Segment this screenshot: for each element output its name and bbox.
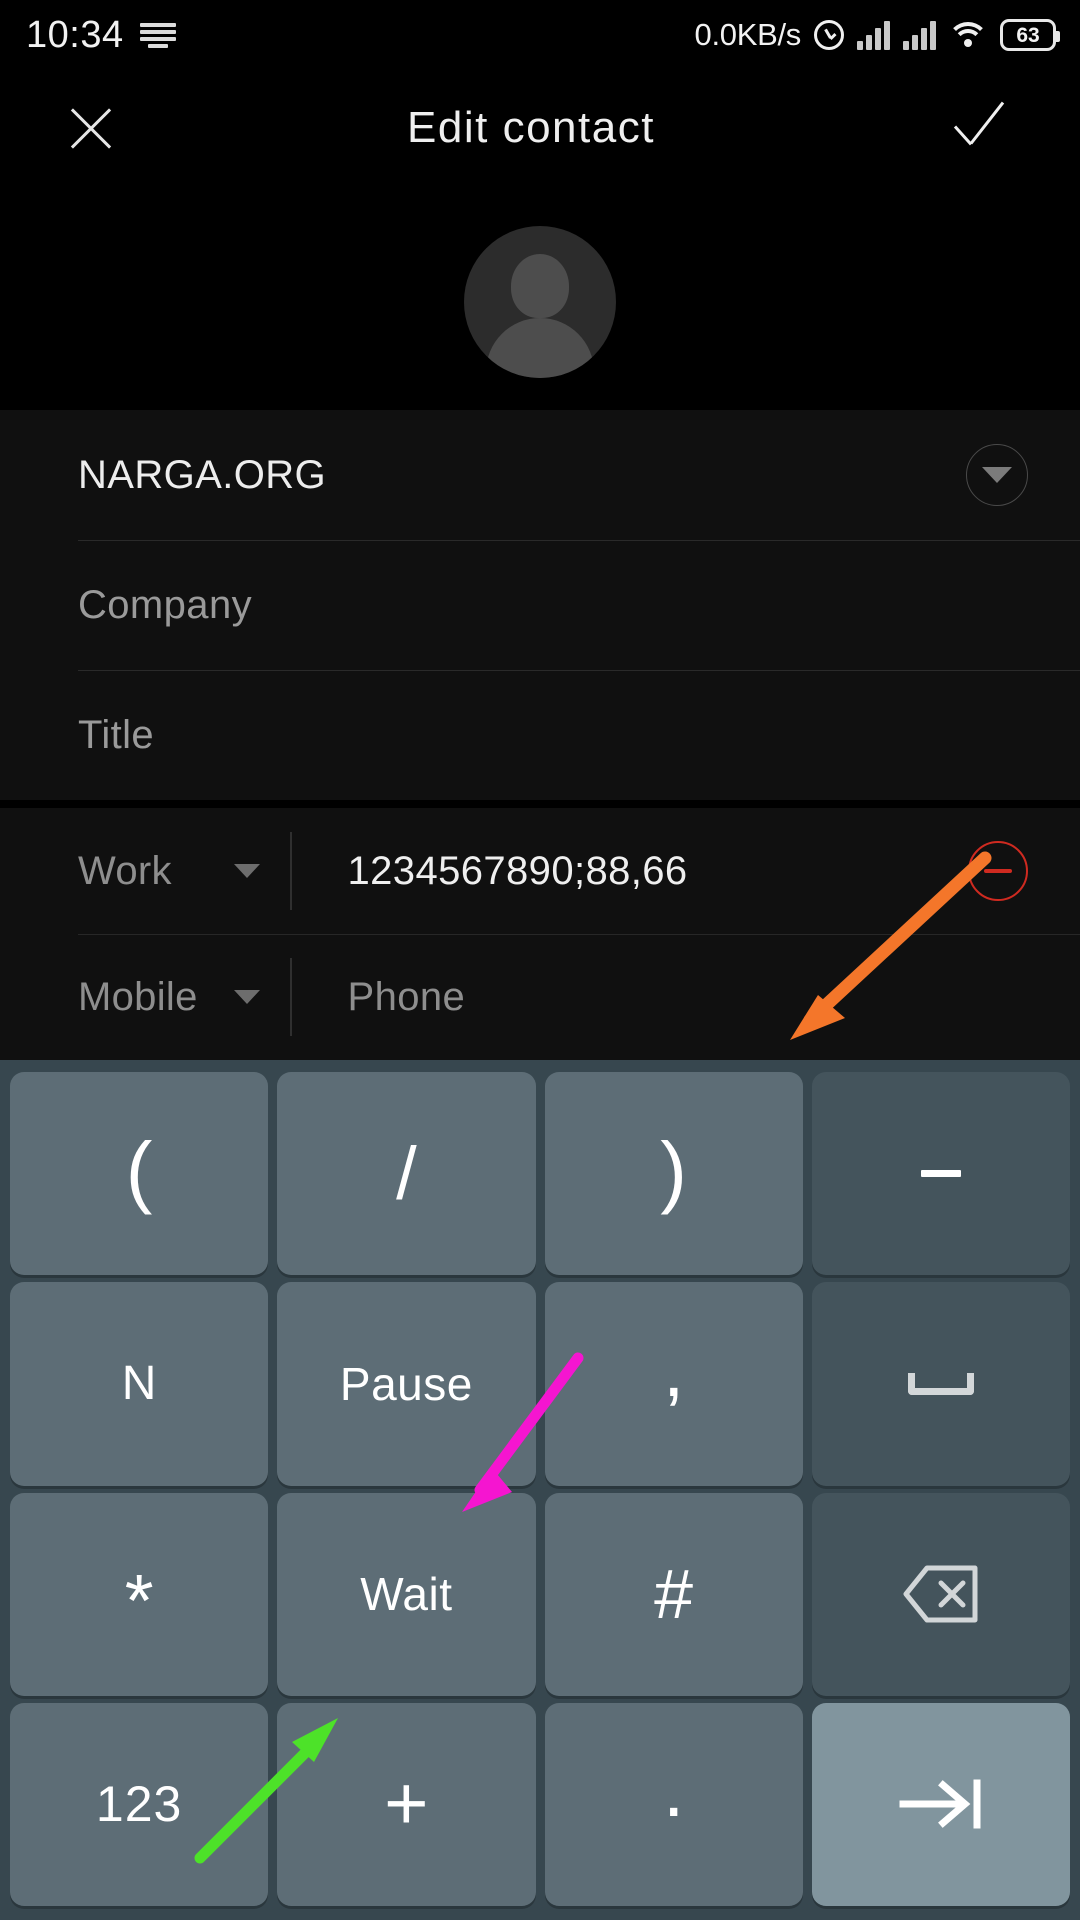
keypad-row-2: N Pause,	[10, 1282, 1070, 1486]
minus-glyph	[984, 869, 1012, 873]
name-section: NARGA.ORG Company Title	[0, 410, 1080, 800]
key-asterisk-label: *	[124, 1559, 154, 1643]
phone-type-label: Mobile	[78, 974, 198, 1019]
dash-glyph	[920, 1170, 961, 1178]
phone-row-work[interactable]: Work 1234567890;88,66	[0, 808, 1080, 934]
status-bar-indicators: 0.0KB/s 63	[694, 17, 1060, 53]
battery-level-text: 63	[1016, 23, 1040, 47]
keypad-row-4: 123 +.	[10, 1702, 1070, 1906]
phone-section: Work 1234567890;88,66 Mobile Phone	[0, 808, 1080, 1060]
signal-bars-icon-1	[857, 20, 890, 50]
avatar-head-shape	[511, 253, 569, 318]
key-n-label: N	[121, 1356, 157, 1410]
status-bar-clock: 10:34	[26, 14, 124, 56]
key-plus[interactable]: +	[277, 1702, 536, 1906]
key-comma-label: ,	[663, 1327, 685, 1413]
key-period[interactable]: .	[544, 1702, 803, 1906]
chevron-down-icon[interactable]	[966, 444, 1028, 506]
key-close-paren[interactable]: )	[544, 1072, 803, 1276]
key-space[interactable]	[811, 1282, 1070, 1486]
key-slash-label: /	[396, 1131, 417, 1215]
caret-down-icon	[234, 864, 260, 878]
minus-circle-icon[interactable]	[968, 841, 1028, 901]
phone-row-mobile[interactable]: Mobile Phone	[0, 934, 1080, 1060]
phone-number-input-work[interactable]: 1234567890;88,66	[348, 849, 688, 894]
alarm-clock-icon	[814, 20, 844, 50]
status-bar: 10:34 0.0KB/s 63	[0, 0, 1080, 70]
battery-icon: 63	[1000, 19, 1060, 51]
phone-type-label: Work	[78, 848, 172, 893]
keypad-row-3: * Wait #	[10, 1492, 1070, 1696]
page-title: Edit contact	[407, 102, 655, 152]
contact-avatar-placeholder[interactable]	[464, 225, 616, 378]
key-n[interactable]: N	[10, 1282, 269, 1486]
backspace-icon	[903, 1565, 979, 1623]
key-asterisk[interactable]: *	[10, 1492, 269, 1696]
key-dash[interactable]	[811, 1072, 1070, 1276]
signal-bars-icon-2	[903, 20, 936, 50]
key-plus-label: +	[384, 1761, 429, 1847]
key-open-paren[interactable]: (	[10, 1072, 269, 1276]
checkmark-icon[interactable]	[950, 97, 1020, 159]
key-pause-label: Pause	[339, 1357, 473, 1410]
title-field-placeholder[interactable]: Title	[78, 713, 154, 758]
space-bar-glyph	[907, 1372, 974, 1395]
phone-type-selector-mobile[interactable]: Mobile	[78, 975, 290, 1020]
key-hash-label: #	[654, 1555, 694, 1634]
phone-type-selector-work[interactable]: Work	[78, 849, 290, 894]
phone-row-divider	[290, 832, 292, 910]
phone-number-input-mobile[interactable]: Phone	[348, 975, 466, 1020]
phone-keypad: ( /) N Pause, * Wait #123 +.	[0, 1060, 1080, 1920]
title-field-row[interactable]: Title	[0, 670, 1080, 800]
avatar-area	[0, 185, 1080, 410]
phone-row-divider	[290, 958, 292, 1036]
avatar-body-shape	[486, 317, 594, 378]
caret-down-icon	[234, 990, 260, 1004]
key-period-label: .	[663, 1748, 685, 1834]
next-field-icon	[897, 1777, 985, 1831]
key-pause[interactable]: Pause	[277, 1282, 536, 1486]
wifi-icon	[947, 20, 989, 50]
key-next-field[interactable]	[811, 1702, 1070, 1906]
key-numeric-mode[interactable]: 123	[10, 1702, 269, 1906]
app-bar: Edit contact	[0, 70, 1080, 185]
key-wait[interactable]: Wait	[277, 1492, 536, 1696]
company-field-row[interactable]: Company	[0, 540, 1080, 670]
keyboard-icon	[139, 22, 176, 48]
network-speed-text: 0.0KB/s	[694, 17, 802, 52]
key-comma[interactable]: ,	[544, 1282, 803, 1486]
company-field-placeholder[interactable]: Company	[78, 583, 252, 628]
key-numeric-mode-label: 123	[95, 1776, 183, 1833]
key-close-paren-label: )	[660, 1125, 687, 1215]
key-wait-label: Wait	[360, 1568, 453, 1621]
section-divider	[0, 800, 1080, 808]
key-slash[interactable]: /	[277, 1072, 536, 1276]
chevron-down-triangle	[982, 467, 1012, 483]
keypad-row-1: ( /)	[10, 1072, 1070, 1276]
key-open-paren-label: (	[125, 1125, 153, 1215]
close-x-icon[interactable]	[60, 97, 122, 159]
name-field-row[interactable]: NARGA.ORG	[0, 410, 1080, 540]
key-backspace[interactable]	[811, 1492, 1070, 1696]
name-field-value[interactable]: NARGA.ORG	[78, 453, 326, 498]
key-hash[interactable]: #	[544, 1492, 803, 1696]
